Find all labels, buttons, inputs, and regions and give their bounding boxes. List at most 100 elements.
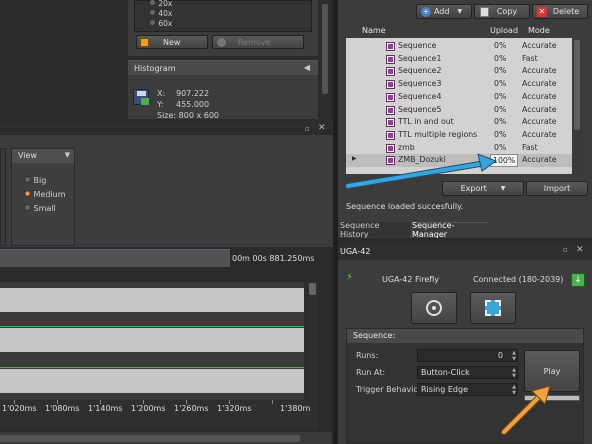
close-icon[interactable]: ✕ — [576, 245, 584, 255]
view-header[interactable]: View ▼ — [12, 149, 74, 163]
column-header[interactable]: Mode — [528, 26, 550, 35]
row-expand-icon[interactable]: ▶ — [352, 155, 357, 162]
bottom-scrollbar[interactable] — [0, 432, 332, 444]
dropdown-arrow-icon: ▼ — [500, 185, 506, 192]
save-disk-icon[interactable] — [133, 89, 149, 105]
track-line — [0, 367, 304, 368]
column-header[interactable]: Name — [362, 26, 386, 35]
view-option-medium[interactable]: Medium — [24, 190, 66, 199]
view-option-small[interactable]: Small — [24, 204, 56, 213]
timeline-tracks[interactable] — [0, 282, 304, 400]
timeline-scrollbar[interactable] — [307, 281, 318, 409]
table-row[interactable]: zmb 0% Fast — [346, 142, 572, 155]
download-icon[interactable]: ↓ — [571, 273, 585, 287]
remove-icon — [217, 37, 226, 47]
table-row[interactable]: Sequence3 0% Accurate — [346, 78, 572, 91]
runs-label: Runs: — [356, 351, 379, 360]
tab-sequence-history[interactable]: Sequence History — [340, 221, 410, 239]
copy-button[interactable]: Copy — [474, 4, 530, 19]
collapse-arrow-icon[interactable]: ◀ — [304, 63, 310, 72]
zoom-option[interactable]: 20x — [149, 0, 172, 8]
device-panel: UGA-42 ▫ ✕ ⚡ UGA-42 Firefly Connected (1… — [338, 244, 592, 444]
dropdown-arrow-icon: ▼ — [457, 8, 463, 15]
histogram-panel: X: 907.222 Y: 455.000 Size: 800 x 600 — [128, 75, 318, 120]
runs-stepper[interactable]: 0 ▲ ▼ — [417, 349, 518, 362]
delete-button[interactable]: ✕ Delete — [532, 4, 588, 19]
new-icon — [140, 37, 149, 47]
tick-label: 1'200ms — [131, 404, 166, 413]
track[interactable] — [0, 369, 304, 393]
plus-circle-icon: + — [421, 7, 431, 17]
top-scrollbar[interactable] — [320, 0, 330, 120]
sequence-icon — [386, 54, 395, 64]
zoom-option[interactable]: 60x — [149, 19, 172, 28]
table-row[interactable]: Sequence4 0% Accurate — [346, 91, 572, 104]
select-arrows-icon: ▲ ▼ — [512, 384, 516, 396]
table-row[interactable]: Sequence 0% Accurate — [346, 40, 572, 53]
upload-progress: 100% — [490, 154, 519, 168]
tick-label: 1'320ms — [217, 404, 252, 413]
zoom-panel: 20x 40x 60x New Remove — [128, 0, 318, 56]
x-value: 907.222 — [176, 89, 210, 98]
left-edge-box — [0, 148, 6, 246]
x-label: X: — [157, 89, 166, 98]
add-button[interactable]: + Add ▼ — [416, 4, 472, 19]
play-progress-bar — [524, 395, 580, 401]
timeline-bar[interactable] — [0, 249, 230, 267]
tick-label: 1'020ms — [2, 404, 37, 413]
y-value: 455.000 — [176, 100, 210, 109]
tab-sequence-manager[interactable]: Sequence-Manager — [412, 221, 488, 239]
table-row[interactable]: Sequence5 0% Accurate — [346, 104, 572, 117]
size-label: Size: 800 x 600 — [157, 111, 220, 120]
sequence-icon — [386, 80, 395, 90]
play-button[interactable]: Play — [524, 350, 580, 392]
remove-button[interactable]: Remove — [212, 35, 304, 49]
sequence-icon — [386, 143, 395, 153]
dock-close-icon[interactable]: ✕ — [318, 123, 326, 133]
new-button[interactable]: New — [136, 35, 208, 49]
table-row-selected[interactable]: ▶ ZMB_Dozuki 100% Accurate — [346, 154, 572, 168]
stepper-arrows-icon[interactable]: ▲ ▼ — [512, 350, 516, 362]
delete-icon: ✕ — [537, 7, 547, 17]
import-button[interactable]: Import — [526, 181, 588, 196]
track[interactable] — [0, 328, 304, 352]
trigger-behavior-select[interactable]: Rising Edge ▲ ▼ — [417, 383, 518, 396]
sequence-table: Name Upload Mode Sequence 0% Accurate Sequ… — [346, 24, 582, 174]
table-scrollbar[interactable] — [572, 38, 582, 174]
track[interactable] — [0, 288, 304, 312]
view-panel: View ▼ Big Medium Small — [11, 148, 75, 246]
table-row[interactable]: TTL multiple regions 0% Accurate — [346, 129, 572, 142]
sequence-manager-panel: + Add ▼ Copy ✕ Delete Name Upload Mode S… — [338, 0, 592, 240]
histogram-title: Histogram — [134, 64, 176, 73]
target-button[interactable] — [411, 292, 457, 324]
sequence-header: Sequence: — [347, 329, 583, 343]
histogram-header[interactable]: Histogram ◀ — [128, 60, 318, 75]
table-row[interactable]: TTL in and out 0% Accurate — [346, 116, 572, 129]
sequence-section: Sequence: Runs: 0 ▲ ▼ Run At: Button-Clic… — [346, 328, 584, 444]
column-header[interactable]: Upload — [490, 26, 518, 35]
export-button[interactable]: Export ▼ — [442, 181, 524, 196]
sequence-icon — [386, 105, 395, 115]
run-at-select[interactable]: Button-Click ▲ ▼ — [417, 366, 518, 379]
table-row[interactable]: Sequence1 0% Fast — [346, 53, 572, 66]
device-header: UGA-42 ▫ ✕ — [338, 244, 592, 260]
sequence-icon — [386, 92, 395, 102]
device-title: UGA-42 — [340, 247, 371, 256]
view-title: View — [18, 151, 37, 160]
time-readout: 00m 00s 881.250ms — [232, 254, 315, 263]
view-option-big[interactable]: Big — [24, 176, 46, 185]
dock-pin-icon[interactable]: ▫ — [305, 125, 310, 133]
table-row[interactable]: Sequence2 0% Accurate — [346, 65, 572, 78]
y-label: Y: — [157, 100, 164, 109]
zoom-list: 20x 40x 60x — [134, 0, 312, 32]
copy-icon — [480, 7, 489, 17]
zoom-option[interactable]: 40x — [149, 9, 172, 18]
sequence-icon — [386, 130, 395, 140]
region-select-button[interactable] — [470, 292, 516, 324]
chevron-down-icon[interactable]: ▼ — [65, 151, 70, 159]
tick-label: 1'080ms — [45, 404, 80, 413]
tick-label: 1'140ms — [88, 404, 123, 413]
connection-plug-icon: ⚡ — [346, 272, 354, 283]
dock-pin-icon[interactable]: ▫ — [563, 246, 568, 254]
region-select-icon — [485, 300, 501, 316]
